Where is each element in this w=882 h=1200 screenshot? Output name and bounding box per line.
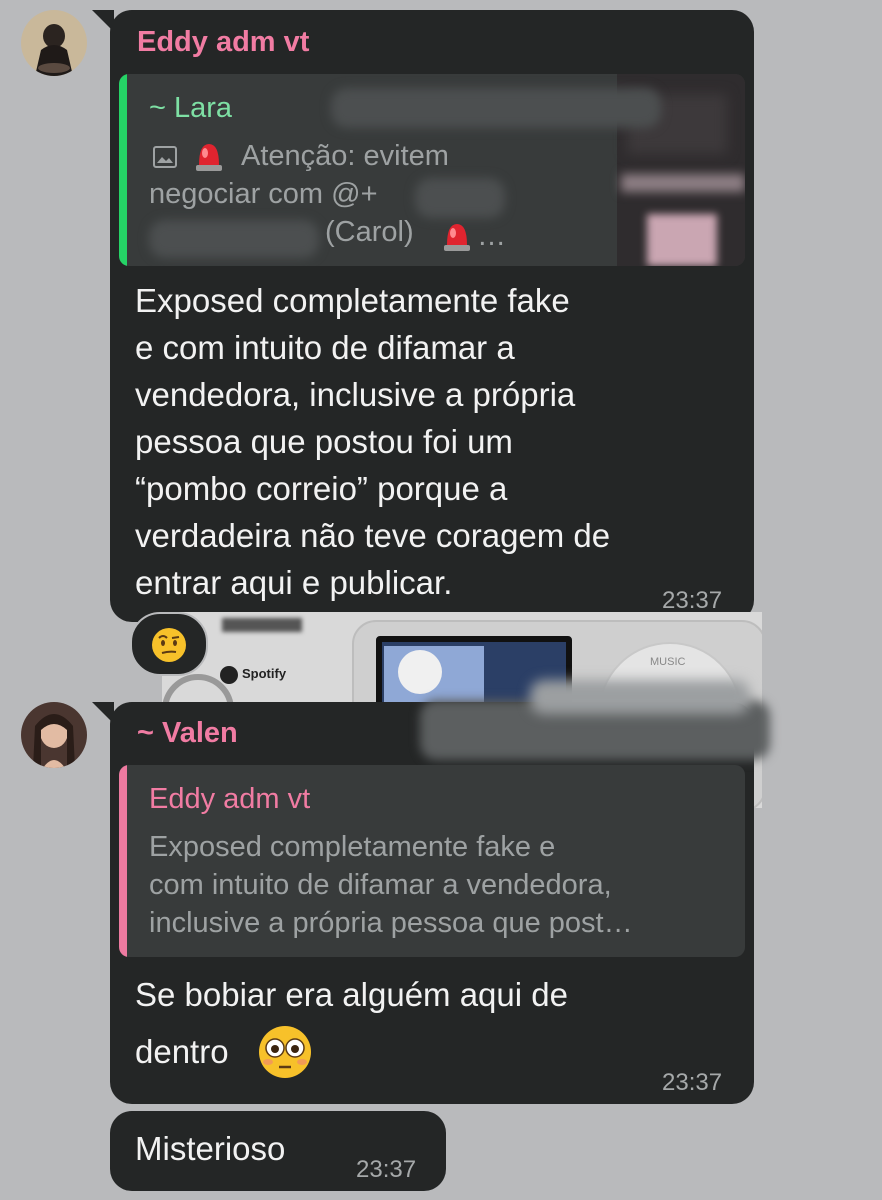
quoted-message-lara[interactable]: ~ Lara Atenção: evitem negociar com @+ (… [119,74,745,266]
quoted-message-eddy[interactable]: Eddy adm vt Exposed completamente fake e… [119,765,745,957]
quote-line-3: (Carol) [325,216,414,248]
quote-ellipsis: … [477,220,506,252]
redacted-overlay [530,680,750,714]
rotating-light-emoji [193,138,225,177]
message-line: Exposed completamente fake [135,282,570,319]
message-line: pessoa que postou foi um [135,423,513,460]
reaction-badge[interactable] [130,612,208,676]
message-time: 23:37 [356,1156,417,1183]
spotify-icon [220,666,238,684]
image-icon [153,146,177,173]
message-line: dentro [135,1033,229,1070]
message-line: verdadeira não teve coragem de [135,517,611,554]
quote-accent-bar [119,74,127,266]
avatar-eddy[interactable] [21,10,87,76]
quote-line-1: Atenção: evitem [241,140,449,172]
quote-line-2: com intuito de difamar a vendedora, [149,869,612,901]
flushed-face-emoji [257,1024,313,1085]
quote-accent-bar [119,765,127,957]
message-line: vendedora, inclusive a própria [135,376,576,413]
sender-name[interactable]: Eddy adm vt [137,26,309,59]
message-line: Misterioso [135,1130,286,1167]
spotify-label: Spotify [242,666,287,681]
quote-line-1: Exposed completamente fake e [149,831,556,863]
avatar-valen[interactable] [21,702,87,768]
music-label: MUSIC [650,656,686,668]
redacted-phone [331,88,661,128]
sender-name[interactable]: ~ Valen [137,717,238,750]
message-time: 23:37 [662,1069,723,1096]
message-line: Se bobiar era alguém aqui de [135,976,568,1013]
quote-line-3: inclusive a própria pessoa que post… [149,907,633,939]
message-line: e com intuito de difamar a [135,329,515,366]
rotating-light-emoji [441,218,473,257]
message-line: “pombo correio” porque a [135,470,508,507]
redacted-number [149,220,319,258]
face-with-raised-eyebrow-emoji [150,626,188,669]
quote-author: Eddy adm vt [149,783,311,815]
message-line: entrar aqui e publicar. [135,564,453,601]
quote-author: ~ Lara [149,92,233,124]
quote-line-2: negociar com @+ [149,178,378,210]
message-time: 23:37 [662,587,723,614]
redacted-handle [415,178,505,218]
